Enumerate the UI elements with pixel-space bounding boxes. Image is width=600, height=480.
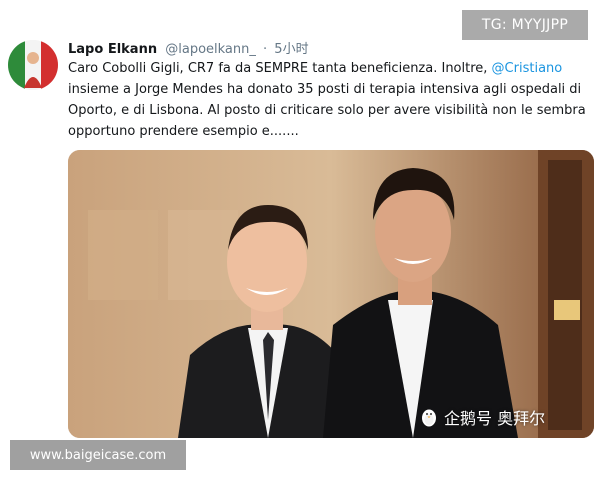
author-handle[interactable]: @lapoelkann_ [165, 42, 256, 57]
mention-link[interactable]: @Cristiano [492, 61, 563, 76]
penguin-watermark-text: 企鹅号 奥拜尔 [444, 409, 546, 428]
tweet-text-part: insieme a Jorge Mendes ha donato 35 post… [68, 82, 586, 139]
penguin-icon [422, 409, 436, 427]
tweet-header: Lapo Elkann @lapoelkann_ · 5小时 [68, 38, 309, 57]
tweet-photo[interactable] [68, 150, 594, 438]
photo-image [68, 150, 594, 438]
tg-watermark: TG: MYYJJPP [462, 10, 588, 40]
tweet-text-part: Caro Cobolli Gigli, CR7 fa da SEMPRE tan… [68, 61, 492, 76]
avatar[interactable] [8, 40, 58, 90]
site-watermark: www.baigeicase.com [10, 440, 186, 470]
tweet-card: Lapo Elkann @lapoelkann_ · 5小时 Caro Cobo… [0, 0, 600, 480]
author-name[interactable]: Lapo Elkann [68, 42, 157, 57]
tweet-text: Caro Cobolli Gigli, CR7 fa da SEMPRE tan… [68, 58, 593, 142]
penguin-watermark: 企鹅号 奥拜尔 [420, 404, 545, 430]
header-separator: · [263, 42, 268, 57]
tweet-time[interactable]: 5小时 [274, 42, 308, 57]
avatar-icon [8, 40, 58, 90]
